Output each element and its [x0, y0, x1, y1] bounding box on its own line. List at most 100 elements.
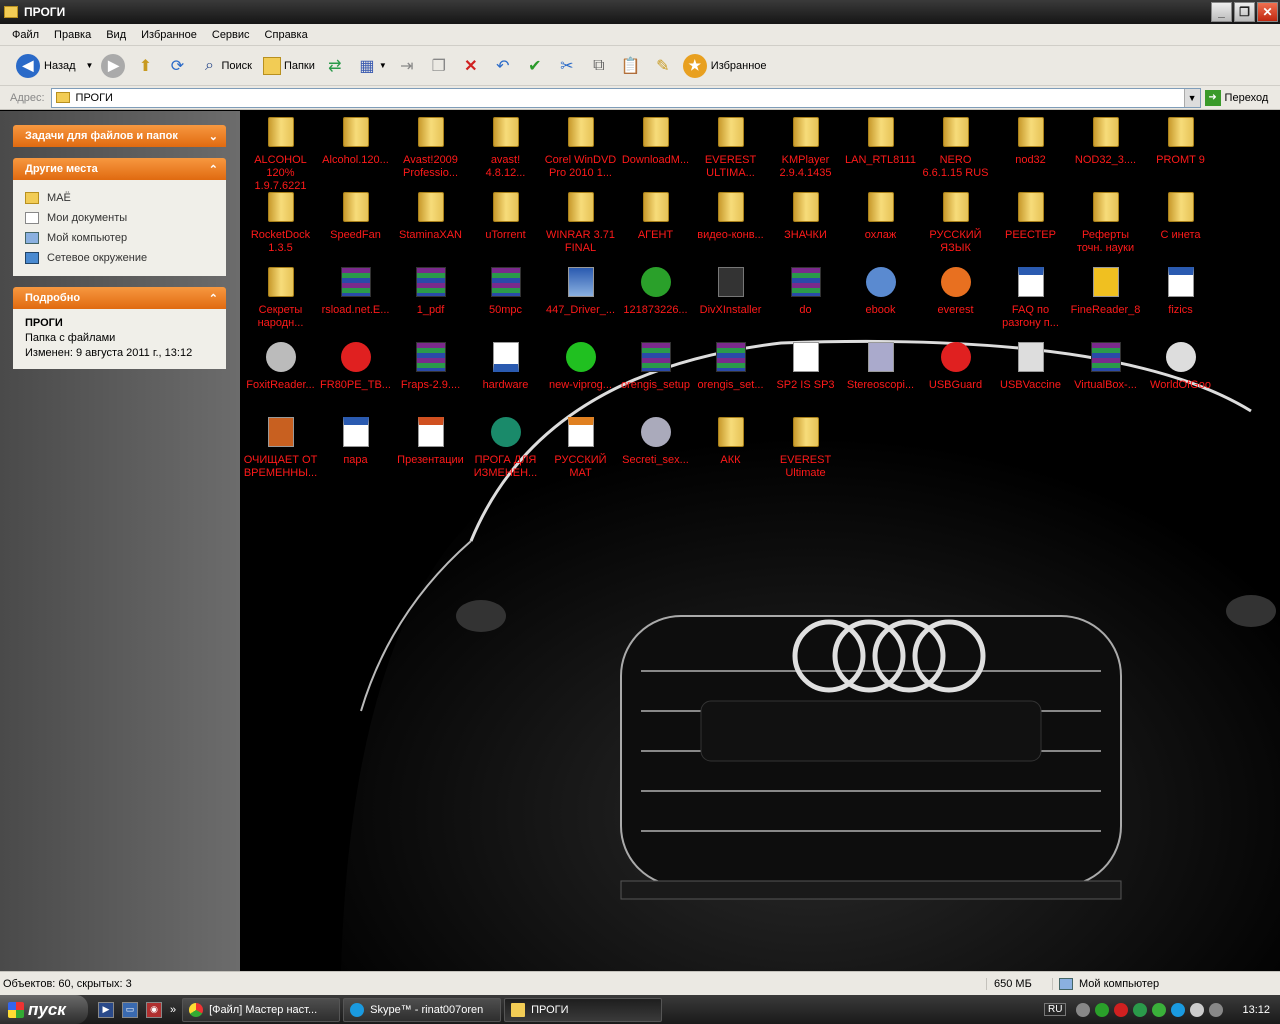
file-item[interactable]: nod32 [993, 117, 1068, 167]
file-item[interactable]: VirtualBox-... [1068, 342, 1143, 392]
file-item[interactable]: АКК [693, 417, 768, 467]
start-button[interactable]: пуск [0, 995, 88, 1024]
tray-arrow-icon[interactable] [1076, 1002, 1091, 1017]
task-chrome[interactable]: [Файл] Мастер наст... [182, 997, 341, 1022]
sync-button[interactable]: ⇄ [323, 54, 347, 78]
menu-favorites[interactable]: Избранное [141, 29, 197, 41]
back-dropdown-icon[interactable]: ▼ [86, 61, 94, 70]
copy-to-button[interactable]: ❐ [427, 54, 451, 78]
favorites-button[interactable]: ★ Избранное [682, 53, 767, 78]
other-places-header[interactable]: Другие места ⌃ [13, 158, 226, 180]
show-desktop-icon[interactable]: ▭ [122, 1001, 138, 1018]
file-item[interactable]: Avast!2009 Professio... [393, 117, 468, 180]
close-button[interactable]: ✕ [1257, 2, 1278, 22]
file-item[interactable]: WINRAR 3.71 FINAL [543, 192, 618, 255]
file-item[interactable]: Секреты народн... [243, 267, 318, 330]
file-item[interactable]: NOD32_3.... [1068, 117, 1143, 167]
file-item[interactable]: Alcohol.120... [318, 117, 393, 167]
file-item[interactable]: ebook [843, 267, 918, 317]
undo-button[interactable]: ↶ [491, 54, 515, 78]
file-item[interactable]: EVEREST ULTIMA... [693, 117, 768, 180]
properties-button[interactable]: ✎ [651, 54, 675, 78]
address-dropdown-icon[interactable]: ▼ [1183, 88, 1200, 107]
up-button[interactable]: ⬆ [133, 54, 157, 78]
file-item[interactable]: EVEREST Ultimate [768, 417, 843, 480]
language-indicator[interactable]: RU [1044, 1003, 1067, 1016]
details-header[interactable]: Подробно ⌃ [13, 287, 226, 309]
go-button[interactable]: ➜ Переход [1204, 89, 1268, 106]
file-item[interactable]: FR80PE_TB... [318, 342, 393, 392]
back-button[interactable]: ◀ Назад ▼ [16, 53, 94, 78]
file-item[interactable]: avast! 4.8.12... [468, 117, 543, 180]
network-icon[interactable] [1209, 1002, 1224, 1017]
folders-button[interactable]: Папки [260, 54, 315, 78]
file-item[interactable]: rsload.net.E... [318, 267, 393, 317]
media-player-icon[interactable]: ▶ [98, 1001, 114, 1018]
file-item[interactable]: Corel WinDVD Pro 2010 1... [543, 117, 618, 180]
place-mae[interactable]: МАЁ [25, 188, 216, 208]
file-item[interactable]: Secreti_sex... [618, 417, 693, 467]
file-item[interactable]: ПРОГА ДЛЯ ИЗМЕНЕН... [468, 417, 543, 480]
file-item[interactable]: orengis_set... [693, 342, 768, 392]
file-item[interactable]: USBGuard [918, 342, 993, 392]
place-network[interactable]: Сетевое окружение [25, 248, 216, 268]
file-item[interactable]: АГЕНТ [618, 192, 693, 242]
file-item[interactable]: ОЧИЩАЕТ ОТ ВРЕМЕННЫ... [243, 417, 318, 480]
tray-refresh-icon[interactable] [1152, 1002, 1167, 1017]
menu-edit[interactable]: Правка [54, 29, 91, 41]
file-item[interactable]: KMPlayer 2.9.4.1435 [768, 117, 843, 180]
file-item[interactable]: 121873226... [618, 267, 693, 317]
file-item[interactable]: ALCOHOL 120% 1.9.7.6221 [243, 117, 318, 193]
copy-button[interactable]: ⧉ [587, 54, 611, 78]
place-my-documents[interactable]: Мои документы [25, 208, 216, 228]
file-item[interactable]: PROMT 9 [1143, 117, 1218, 167]
refresh-button[interactable]: ⟳ [165, 54, 189, 78]
menu-file[interactable]: Файл [12, 29, 39, 41]
file-item[interactable]: Презентации [393, 417, 468, 467]
file-item[interactable]: RocketDock 1.3.5 [243, 192, 318, 255]
select-all-button[interactable]: ✔ [523, 54, 547, 78]
file-item[interactable]: 1_pdf [393, 267, 468, 317]
menu-view[interactable]: Вид [106, 29, 126, 41]
file-item[interactable]: пара [318, 417, 393, 467]
paste-button[interactable]: 📋 [619, 54, 643, 78]
file-item[interactable]: РУССКИЙ МАТ [543, 417, 618, 480]
minimize-button[interactable]: _ [1211, 2, 1232, 22]
file-item[interactable]: do [768, 267, 843, 317]
move-to-button[interactable]: ⇥ [395, 54, 419, 78]
file-item[interactable]: uTorrent [468, 192, 543, 242]
file-item[interactable]: NERO 6.6.1.15 RUS [918, 117, 993, 180]
file-item[interactable]: USBVaccine [993, 342, 1068, 392]
volume-icon[interactable] [1190, 1002, 1205, 1017]
file-item[interactable]: SP2 IS SP3 [768, 342, 843, 392]
forward-button[interactable]: ▶ [101, 53, 126, 78]
maximize-button[interactable]: ❐ [1234, 2, 1255, 22]
file-item[interactable]: 50mpc [468, 267, 543, 317]
delete-button[interactable]: ✕ [459, 54, 483, 78]
file-item[interactable]: РУССКИЙ ЯЗЫК [918, 192, 993, 255]
file-item[interactable]: LAN_RTL8111 [843, 117, 918, 167]
icq-icon[interactable] [1133, 1002, 1148, 1017]
cut-button[interactable]: ✂ [555, 54, 579, 78]
place-my-computer[interactable]: Мой компьютер [25, 228, 216, 248]
file-item[interactable]: Stereoscopi... [843, 342, 918, 392]
opera-icon[interactable] [1114, 1002, 1129, 1017]
file-item[interactable]: С инета [1143, 192, 1218, 242]
chevron-right-icon[interactable]: » [170, 1004, 176, 1016]
file-item[interactable]: FineReader_8 [1068, 267, 1143, 317]
file-item[interactable]: FAQ по разгону п... [993, 267, 1068, 330]
file-item[interactable]: orengis_setup [618, 342, 693, 392]
task-skype[interactable]: Skype™ - rinat007oren [343, 997, 502, 1022]
task-explorer[interactable]: ПРОГИ [504, 997, 663, 1022]
file-item[interactable]: new-viprog... [543, 342, 618, 392]
file-item[interactable]: охлаж [843, 192, 918, 242]
file-item[interactable]: FoxitReader... [243, 342, 318, 392]
tray-shield-icon[interactable] [1095, 1002, 1110, 1017]
file-item[interactable]: видео-конв... [693, 192, 768, 242]
file-item[interactable]: 447_Driver_... [543, 267, 618, 317]
file-item[interactable]: Реферты точн. науки [1068, 192, 1143, 255]
search-button[interactable]: ⌕ Поиск [197, 54, 252, 78]
file-item[interactable]: StaminaXAN [393, 192, 468, 242]
file-item[interactable]: Fraps-2.9.... [393, 342, 468, 392]
file-item[interactable]: hardware [468, 342, 543, 392]
